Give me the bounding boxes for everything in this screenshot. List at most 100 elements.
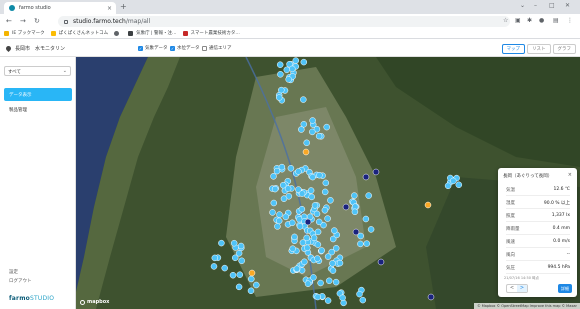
water-level-marker[interactable] — [356, 290, 363, 298]
water-level-marker[interactable] — [289, 245, 296, 252]
water-level-marker[interactable] — [235, 250, 243, 257]
next-page-button[interactable]: > — [517, 285, 527, 292]
water-level-marker[interactable] — [237, 242, 245, 250]
water-level-marker[interactable] — [289, 65, 296, 73]
water-level-marker[interactable] — [295, 168, 302, 175]
water-level-marker[interactable] — [238, 257, 245, 265]
weather-station-marker[interactable] — [372, 168, 380, 176]
water-level-marker[interactable] — [270, 173, 277, 180]
water-level-marker[interactable] — [444, 182, 452, 190]
water-level-marker[interactable] — [318, 247, 325, 254]
new-tab-icon[interactable]: + — [120, 3, 127, 11]
water-level-marker[interactable] — [300, 96, 307, 103]
water-level-marker[interactable] — [304, 244, 311, 252]
alert-marker[interactable] — [248, 269, 256, 277]
water-level-marker[interactable] — [309, 173, 316, 181]
water-level-marker[interactable] — [310, 234, 318, 242]
water-level-marker[interactable] — [310, 274, 317, 281]
water-level-marker[interactable] — [253, 281, 260, 289]
bookmark-item[interactable]: ぱくぱくさんネットコム — [50, 30, 108, 36]
water-level-marker[interactable] — [211, 254, 219, 262]
sidebar-item-product-management[interactable]: 製品管理 — [4, 103, 72, 116]
water-level-marker[interactable] — [247, 287, 255, 295]
profile-icon[interactable]: ● — [539, 17, 544, 24]
bookmark-item[interactable]: 気象庁 | 警報・注… — [128, 30, 177, 36]
water-level-marker[interactable] — [324, 215, 331, 222]
water-level-marker[interactable] — [359, 296, 367, 304]
water-level-marker[interactable] — [314, 241, 322, 248]
water-level-marker[interactable] — [313, 210, 321, 218]
water-level-marker[interactable] — [329, 267, 337, 274]
back-icon[interactable]: ← — [6, 17, 12, 25]
water-level-marker[interactable] — [230, 239, 238, 247]
water-level-marker[interactable] — [229, 271, 237, 279]
filter-water[interactable]: ✓ 水位データ — [170, 45, 200, 51]
water-level-marker[interactable] — [276, 211, 283, 218]
water-level-marker[interactable] — [274, 223, 281, 230]
water-level-marker[interactable] — [296, 223, 304, 230]
tab-graph[interactable]: グラフ — [552, 44, 576, 54]
water-level-marker[interactable] — [221, 264, 228, 272]
water-level-marker[interactable] — [351, 208, 359, 216]
alert-marker[interactable] — [302, 148, 310, 156]
water-level-marker[interactable] — [367, 226, 375, 233]
weather-station-marker[interactable] — [352, 228, 360, 236]
address-bar[interactable]: studio.farmo.tech /map/all — [58, 16, 510, 27]
water-level-marker[interactable] — [299, 239, 307, 246]
water-level-marker[interactable] — [301, 258, 308, 266]
checkbox-unchecked-icon[interactable] — [202, 45, 207, 51]
bookmark-item[interactable]: スマート農業技術カタ… — [182, 30, 240, 36]
detail-button[interactable]: 詳細 — [558, 284, 572, 293]
water-level-marker[interactable] — [332, 245, 340, 252]
water-level-marker[interactable] — [291, 233, 298, 241]
water-level-marker[interactable] — [298, 205, 306, 213]
water-level-marker[interactable] — [314, 293, 321, 301]
checkbox-checked-icon[interactable]: ✓ — [170, 45, 175, 51]
tab-list[interactable]: リスト — [527, 44, 551, 54]
water-level-marker[interactable] — [315, 218, 323, 226]
minimize-icon[interactable]: – — [534, 2, 537, 9]
water-level-marker[interactable] — [321, 207, 329, 214]
water-level-marker[interactable] — [308, 193, 315, 201]
water-level-marker[interactable] — [339, 294, 346, 302]
weather-station-marker[interactable] — [377, 258, 385, 266]
water-level-marker[interactable] — [323, 123, 330, 131]
water-level-marker[interactable] — [276, 61, 284, 68]
puzzle-icon[interactable]: ✱ — [527, 17, 532, 24]
water-level-marker[interactable] — [329, 260, 336, 267]
water-level-marker[interactable] — [236, 271, 244, 278]
filter-weather[interactable]: ✓ 気象データ — [138, 45, 168, 51]
close-window-icon[interactable]: ✕ — [565, 2, 570, 9]
map-attribution[interactable]: © Mapbox © OpenStreetMap Improve this ma… — [474, 303, 580, 309]
water-level-marker[interactable] — [455, 181, 463, 189]
sidebar-item-logout[interactable]: ログアウト — [9, 278, 32, 284]
water-level-marker[interactable] — [322, 179, 330, 187]
water-level-marker[interactable] — [336, 259, 344, 267]
extension-b-icon[interactable]: ▤ — [553, 17, 559, 24]
water-level-marker[interactable] — [331, 227, 338, 234]
water-level-marker[interactable] — [279, 181, 287, 189]
water-level-marker[interactable] — [362, 215, 370, 223]
water-level-marker[interactable] — [275, 217, 283, 225]
sidebar-item-settings[interactable]: 設定 — [9, 269, 18, 275]
bookmark-item[interactable] — [114, 30, 122, 36]
checkbox-checked-icon[interactable]: ✓ — [138, 45, 143, 51]
water-level-marker[interactable] — [311, 202, 319, 209]
water-level-marker[interactable] — [327, 197, 334, 204]
extension-icon[interactable]: ▣ — [515, 17, 521, 24]
close-tab-icon[interactable]: × — [107, 5, 112, 12]
water-level-marker[interactable] — [270, 199, 278, 207]
water-level-marker[interactable] — [324, 297, 332, 304]
water-level-marker[interactable] — [280, 195, 288, 202]
water-level-marker[interactable] — [314, 228, 322, 236]
water-level-marker[interactable] — [282, 213, 290, 221]
water-level-marker[interactable] — [271, 185, 279, 193]
water-level-marker[interactable] — [357, 240, 364, 248]
water-level-marker[interactable] — [363, 240, 371, 247]
water-level-marker[interactable] — [269, 209, 276, 216]
menu-icon[interactable]: ⋮ — [567, 17, 573, 24]
close-icon[interactable]: × — [568, 172, 572, 178]
water-level-marker[interactable] — [275, 94, 283, 101]
water-level-marker[interactable] — [278, 163, 286, 171]
water-level-marker[interactable] — [283, 66, 291, 74]
